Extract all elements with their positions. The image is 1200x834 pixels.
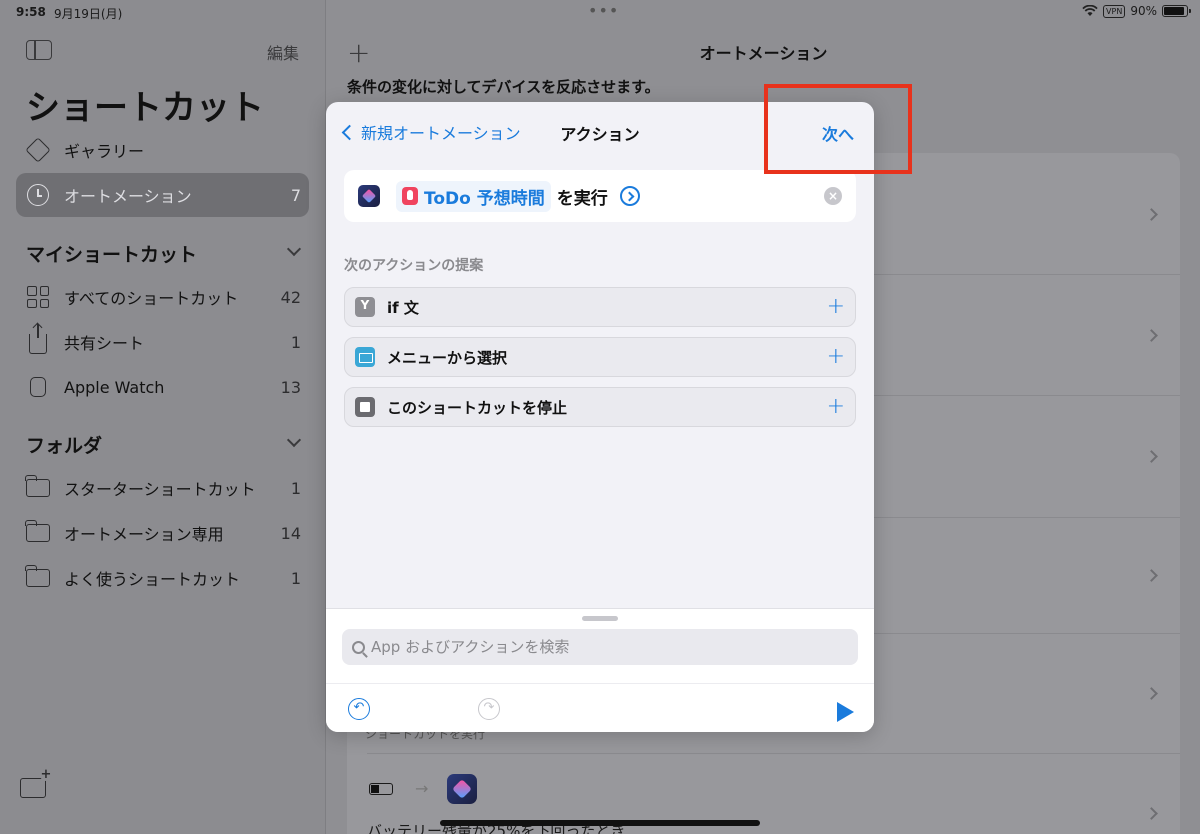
my-shortcuts-header: マイショートカット [26, 244, 198, 266]
sidebar-item-folder[interactable]: よく使うショートカット 1 [16, 556, 309, 600]
sidebar-item-label: スターターショートカット [64, 480, 256, 499]
sidebar-item-label: Apple Watch [64, 377, 165, 397]
status-right: VPN 90% [1082, 4, 1191, 18]
search-input[interactable] [371, 638, 831, 656]
sidebar-item-count: 13 [280, 377, 301, 397]
status-date: 9月19日(月) [54, 7, 123, 21]
expand-chevron-icon[interactable] [619, 186, 640, 206]
action-sheet: 新規オートメーション アクション 次へ ToDo 予想時間 を実行 × 次のアク… [326, 102, 874, 732]
search-box[interactable] [342, 629, 858, 665]
chevron-right-icon[interactable] [1145, 687, 1158, 700]
sidebar-item-label: オートメーション専用 [64, 525, 224, 544]
folder-icon [25, 475, 50, 500]
hand-icon [402, 187, 418, 205]
automation-clock-icon [26, 183, 50, 207]
shortcuts-app-icon [358, 185, 380, 207]
run-label: を実行 [556, 188, 608, 209]
run-shortcut-action[interactable]: ToDo 予想時間 を実行 × [344, 170, 856, 222]
sidebar-item-label: よく使うショートカット [64, 570, 241, 589]
battery-percent: 90% [1130, 4, 1157, 18]
next-button[interactable]: 次へ [822, 121, 854, 145]
page-title: オートメーション [699, 44, 828, 63]
menu-icon [355, 347, 375, 367]
if-icon [355, 297, 375, 317]
divider [326, 683, 874, 684]
page-subtitle: 条件の変化に対してデバイスを反応させます。 [347, 78, 660, 96]
sidebar-item-automation[interactable]: オートメーション 7 [16, 173, 309, 217]
sidebar-item-label: ギャラリー [64, 142, 145, 161]
suggestion-choose-from-menu[interactable]: メニューから選択 + [344, 337, 856, 377]
sidebar-item-count: 1 [290, 568, 301, 588]
multitasking-dots[interactable]: ••• [588, 1, 619, 20]
chevron-right-icon[interactable] [1145, 450, 1158, 463]
grabber-handle[interactable] [582, 616, 618, 621]
new-folder-icon[interactable] [20, 769, 52, 798]
add-icon[interactable]: + [827, 344, 845, 369]
search-icon [352, 640, 365, 654]
sidebar-item-folder[interactable]: オートメーション専用 14 [16, 511, 309, 555]
suggestion-label: このショートカットを停止 [387, 398, 568, 417]
watch-icon [26, 375, 50, 399]
sidebar-item-folder[interactable]: スターターショートカット 1 [16, 466, 309, 510]
battery-icon [369, 783, 393, 795]
suggestion-if[interactable]: if 文 + [344, 287, 856, 327]
status-time: 9:58 [16, 5, 46, 19]
shortcuts-app-icon [447, 774, 477, 804]
sidebar-item-count: 7 [290, 185, 301, 205]
folder-icon [25, 520, 50, 545]
sidebar-item-label: オートメーション [64, 187, 192, 206]
chevron-right-icon[interactable] [1145, 329, 1158, 342]
sidebar-title: ショートカット [26, 88, 264, 128]
chevron-right-icon[interactable] [1145, 807, 1158, 820]
sidebar-item-all-shortcuts[interactable]: すべてのショートカット 42 [16, 275, 309, 319]
arrow-right-icon: → [415, 779, 429, 798]
sheet-title: アクション [560, 125, 640, 144]
sidebar-item-count: 14 [280, 523, 301, 543]
sheet-header: 新規オートメーション アクション 次へ [326, 102, 874, 158]
sidebar-toggle-icon[interactable] [26, 40, 52, 60]
sidebar-item-count: 42 [280, 287, 301, 307]
redo-icon[interactable]: ↷ [478, 698, 500, 720]
sidebar-item-count: 1 [290, 478, 301, 498]
suggestions-header: 次のアクションの提案 [344, 258, 484, 274]
edit-button[interactable]: 編集 [267, 40, 299, 64]
suggestion-stop-shortcut[interactable]: このショートカットを停止 + [344, 387, 856, 427]
stop-icon [355, 397, 375, 417]
sidebar-item-share-sheet[interactable]: 共有シート 1 [16, 320, 309, 364]
status-bar: 9:58 9月19日(月) ••• VPN 90% [0, 0, 1200, 26]
chevron-down-icon[interactable] [286, 241, 302, 257]
divider [367, 753, 1180, 754]
action-search-panel: ↶ ↷ [326, 608, 874, 732]
play-icon[interactable] [837, 702, 854, 722]
sidebar-item-label: すべてのショートカット [64, 289, 239, 308]
battery-icon [1162, 5, 1191, 17]
add-icon[interactable]: + [827, 294, 845, 319]
gallery-icon [25, 137, 51, 163]
sidebar-item-label: 共有シート [64, 334, 145, 353]
chevron-right-icon[interactable] [1145, 208, 1158, 221]
suggestion-label: if 文 [387, 298, 419, 317]
shortcut-parameter[interactable]: ToDo 予想時間 [396, 180, 551, 212]
folders-header: フォルダ [26, 435, 103, 457]
folder-icon [25, 565, 50, 590]
wifi-icon [1082, 5, 1098, 17]
sidebar-item-count: 1 [290, 332, 301, 352]
vpn-badge: VPN [1103, 4, 1126, 18]
suggestion-label: メニューから選択 [387, 348, 508, 367]
grid-icon [26, 285, 50, 309]
chevron-down-icon[interactable] [286, 432, 302, 448]
home-indicator[interactable] [440, 820, 760, 826]
sidebar-item-apple-watch[interactable]: Apple Watch 13 [16, 365, 309, 409]
shortcut-name: ToDo 予想時間 [424, 188, 545, 209]
sidebar: 編集 ショートカット ギャラリー オートメーション 7 マイショートカット すべ… [0, 0, 326, 834]
sidebar-item-gallery[interactable]: ギャラリー [16, 128, 309, 172]
undo-icon[interactable]: ↶ [348, 698, 370, 720]
chevron-right-icon[interactable] [1145, 569, 1158, 582]
share-icon [26, 324, 50, 354]
remove-action-icon[interactable]: × [824, 187, 842, 205]
add-icon[interactable]: + [827, 394, 845, 419]
